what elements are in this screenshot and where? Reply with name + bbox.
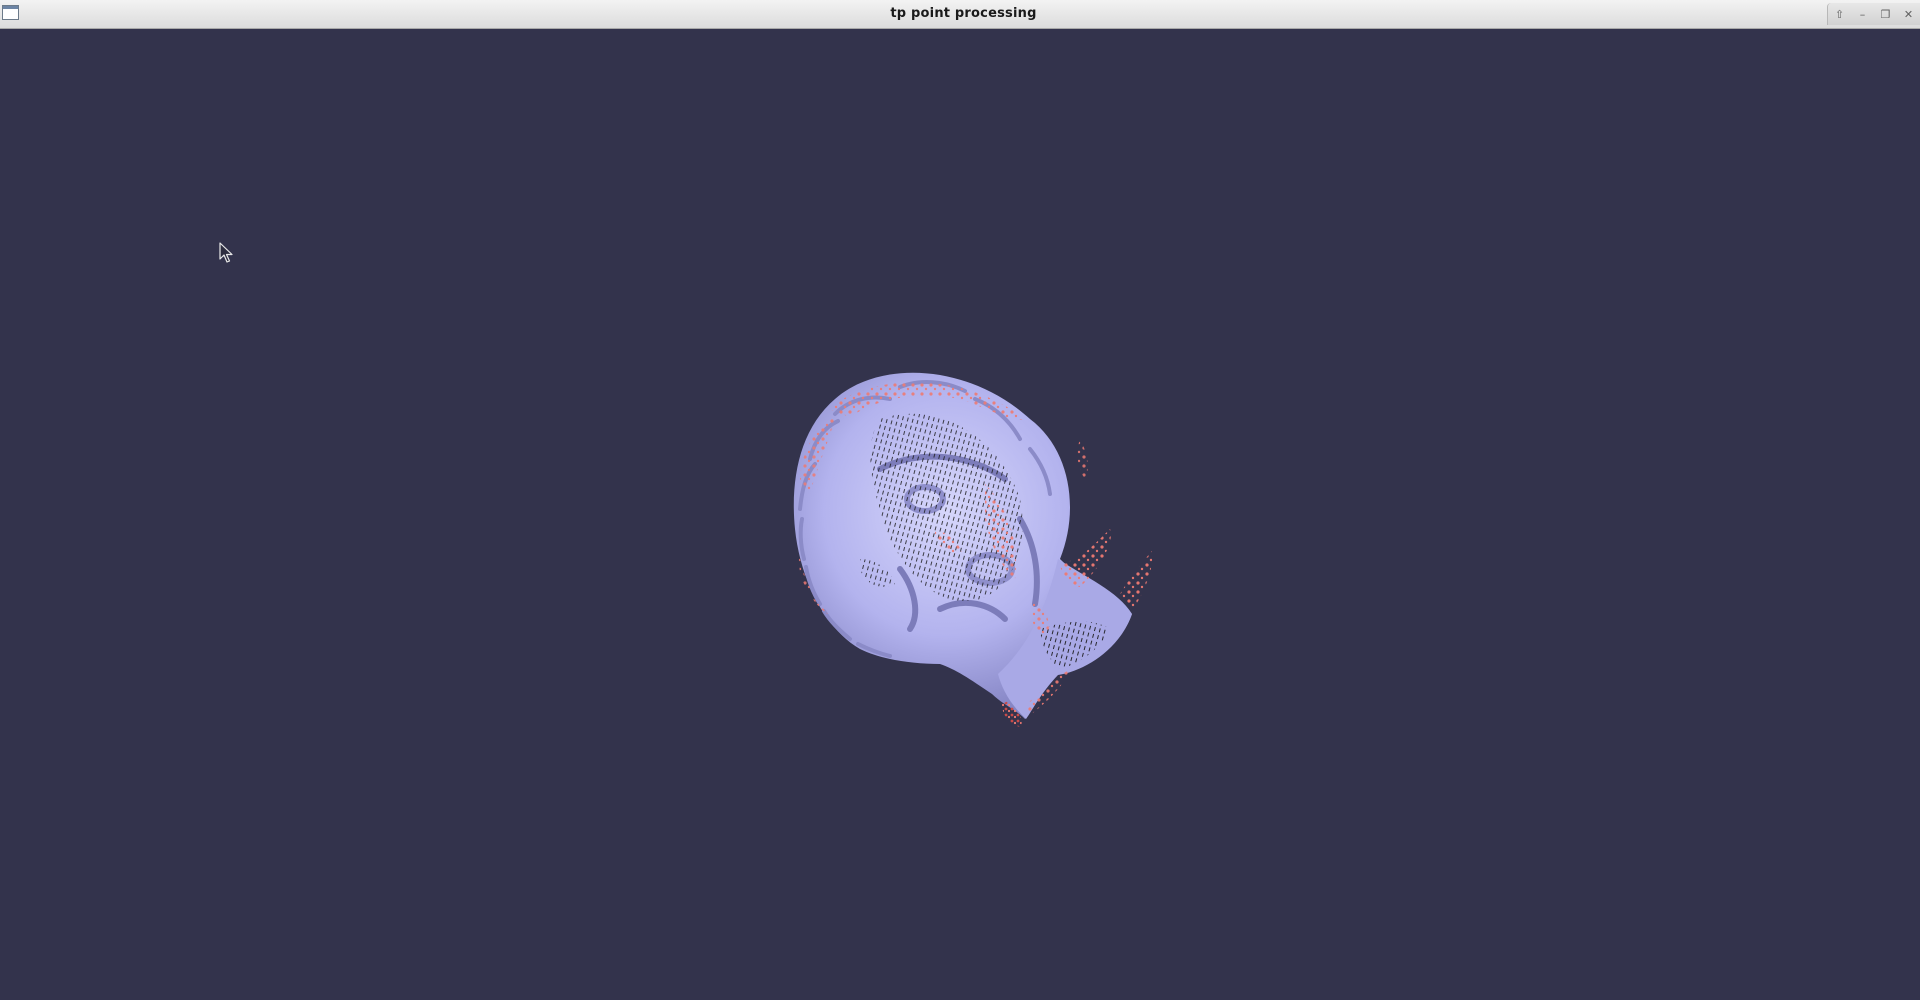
window-controls: ⇧ – ❐ ✕ bbox=[1827, 3, 1920, 25]
window-title: tp point processing bbox=[890, 6, 1037, 21]
close-button[interactable]: ✕ bbox=[1897, 3, 1920, 25]
mouse-pointer-icon bbox=[219, 242, 233, 263]
gl-viewport[interactable] bbox=[0, 29, 1920, 1000]
minimize-button[interactable]: – bbox=[1851, 3, 1874, 25]
shade-button[interactable]: ⇧ bbox=[1828, 3, 1851, 25]
3d-head-model[interactable] bbox=[740, 329, 1200, 789]
maximize-button[interactable]: ❐ bbox=[1874, 3, 1897, 25]
application-window: tp point processing ⇧ – ❐ ✕ bbox=[0, 0, 1920, 1000]
title-bar[interactable]: tp point processing ⇧ – ❐ ✕ bbox=[0, 0, 1920, 29]
